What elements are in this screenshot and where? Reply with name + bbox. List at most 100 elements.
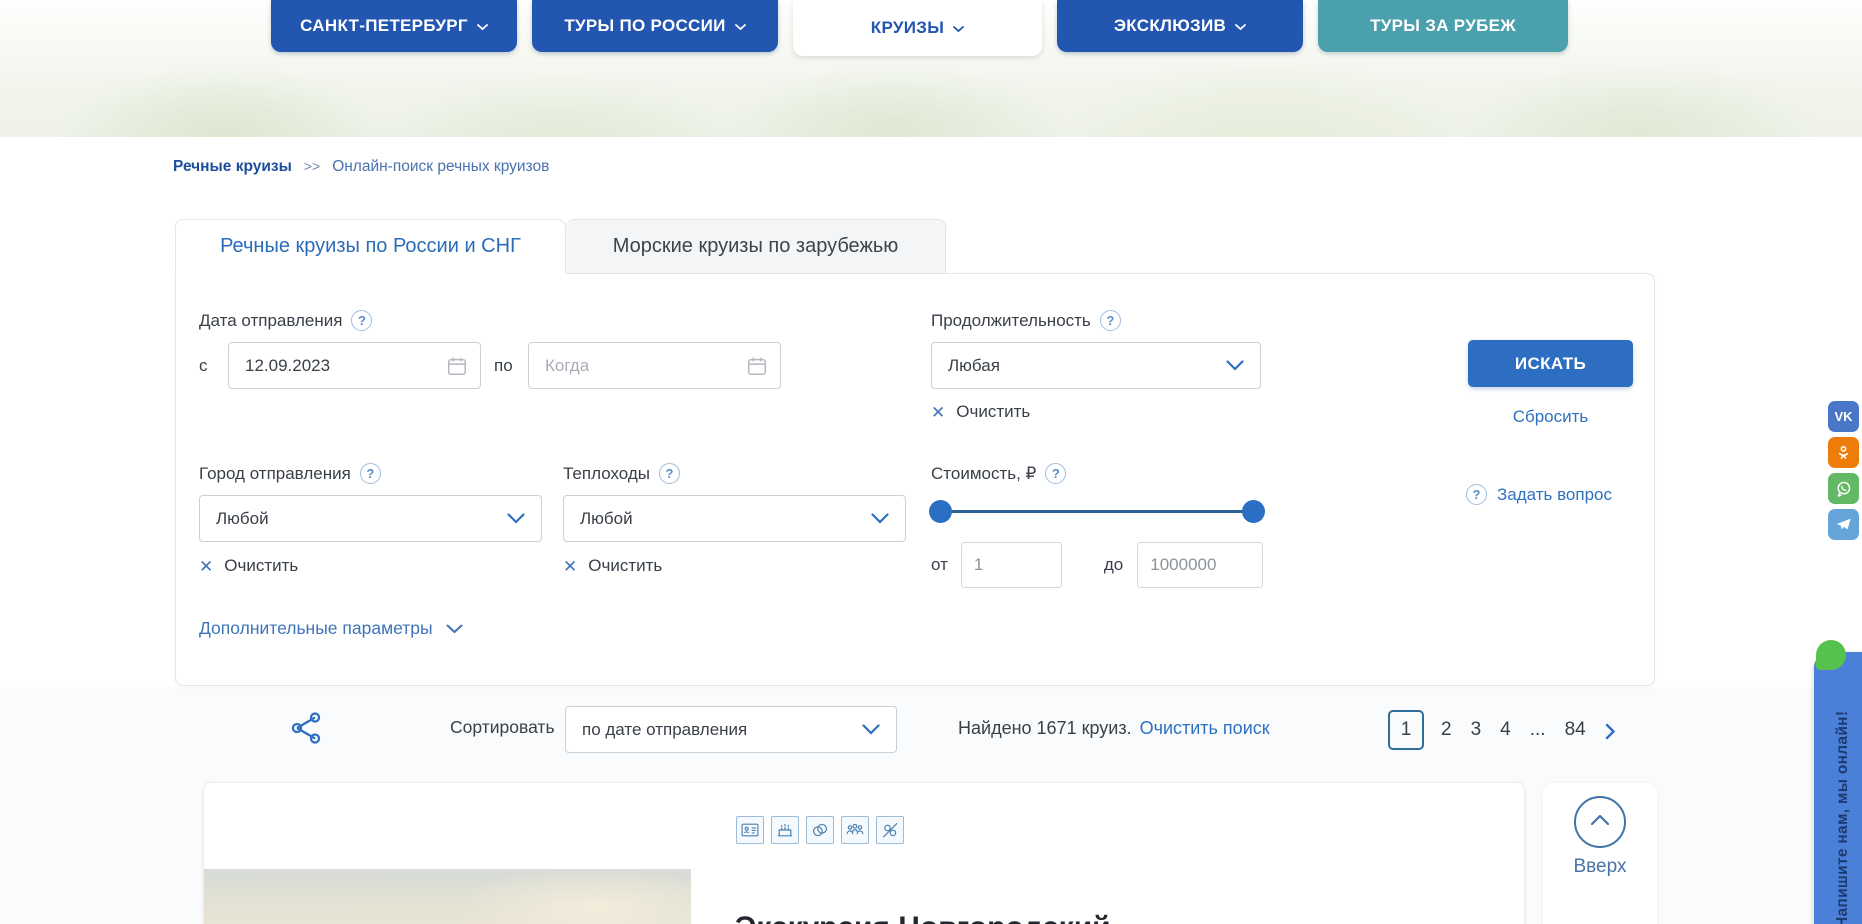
page-2[interactable]: 2	[1441, 719, 1452, 741]
help-icon[interactable]: ?	[659, 463, 680, 484]
nav-label: КРУИЗЫ	[871, 18, 944, 38]
nav-item-tury-po-rossii[interactable]: ТУРЫ ПО РОССИИ	[532, 0, 778, 52]
cruise-result-card[interactable]: Экскурсия Новгородский	[203, 782, 1525, 924]
nav-item-sankt-peterburg[interactable]: САНКТ-ПЕТЕРБУРГ	[271, 0, 517, 52]
price-inputs-row: от до	[931, 542, 1263, 588]
date-from-label: с	[199, 356, 208, 376]
price-from-input[interactable]	[961, 542, 1062, 588]
slider-handle-min[interactable]	[929, 500, 952, 523]
search-button[interactable]: ИСКАТЬ	[1468, 340, 1633, 387]
breadcrumb-separator: >>	[304, 158, 320, 174]
id-card-icon[interactable]	[736, 816, 764, 844]
tab-sea-cruises[interactable]: Морские круизы по зарубежью	[566, 219, 946, 274]
sort-select[interactable]: по дате отправления	[565, 706, 897, 753]
ships-label: Теплоходы ?	[563, 463, 680, 484]
nav-item-tury-za-rubezh[interactable]: ТУРЫ ЗА РУБЕЖ	[1318, 0, 1568, 52]
back-to-top-label[interactable]: Вверх	[1543, 856, 1657, 878]
sort-label: Сортировать	[450, 717, 555, 738]
pagination: 1 2 3 4 ... 84	[1388, 710, 1616, 750]
page-last[interactable]: 84	[1565, 719, 1586, 741]
odnoklassniki-icon[interactable]	[1828, 437, 1859, 468]
price-range-slider	[931, 500, 1263, 524]
chevron-down-icon	[862, 720, 880, 740]
found-text: Найдено 1671 круиз.	[958, 718, 1132, 739]
page: САНКТ-ПЕТЕРБУРГ ТУРЫ ПО РОССИИ КРУИЗЫ ЭК…	[0, 0, 1862, 924]
cruise-photo	[204, 869, 691, 924]
departure-city-select[interactable]: Любой	[199, 495, 542, 542]
chat-widget-label: Напишите нам, мы онлайн!	[1814, 666, 1862, 924]
breadcrumb: Речные круизы >> Онлайн-поиск речных кру…	[173, 158, 549, 176]
nav-item-exclusiv[interactable]: ЭКСКЛЮЗИВ	[1057, 0, 1303, 52]
ask-question-link[interactable]: ? Задать вопрос	[1466, 484, 1612, 505]
help-icon[interactable]: ?	[360, 463, 381, 484]
breadcrumb-link-river-cruises[interactable]: Речные круизы	[173, 158, 292, 176]
back-to-top-button[interactable]	[1574, 796, 1626, 848]
chevron-down-icon	[1226, 356, 1244, 376]
chat-widget[interactable]: Напишите нам, мы онлайн!	[1814, 652, 1862, 924]
clear-city-link[interactable]: ✕ Очистить	[199, 556, 298, 576]
nav-label: ТУРЫ ПО РОССИИ	[564, 16, 725, 36]
chevron-up-icon	[1590, 813, 1610, 831]
slider-track	[937, 510, 1257, 513]
share-icon[interactable]	[288, 710, 324, 746]
price-label: Стоимость, ₽ ?	[931, 463, 1066, 484]
help-icon: ?	[1466, 484, 1487, 505]
main-navigation: САНКТ-ПЕТЕРБУРГ ТУРЫ ПО РОССИИ КРУИЗЫ ЭК…	[271, 0, 1568, 56]
page-ellipsis: ...	[1530, 719, 1546, 741]
search-filter-panel: Дата отправления ? с по Продолжительност…	[175, 273, 1655, 686]
clear-search-link[interactable]: Очистить поиск	[1140, 718, 1270, 739]
date-to-input[interactable]	[528, 342, 781, 389]
vk-icon[interactable]: VK	[1828, 401, 1859, 432]
price-to-label: до	[1104, 555, 1123, 575]
tab-river-cruises[interactable]: Речные круизы по России и СНГ	[175, 219, 566, 274]
back-to-top-panel: Вверх	[1543, 783, 1657, 924]
chevron-down-icon	[477, 24, 488, 31]
duration-label: Продолжительность ?	[931, 310, 1121, 331]
slider-handle-max[interactable]	[1242, 500, 1265, 523]
group-icon[interactable]	[841, 816, 869, 844]
telegram-icon[interactable]	[1828, 509, 1859, 540]
cruise-title-partial[interactable]: Экскурсия Новгородский	[735, 911, 1495, 924]
nav-label: ЭКСКЛЮЗИВ	[1114, 16, 1226, 36]
nav-item-kruizy-active[interactable]: КРУИЗЫ	[793, 0, 1042, 56]
chevron-down-icon	[446, 618, 463, 639]
date-to-label: по	[494, 356, 513, 376]
chevron-down-icon	[1235, 24, 1246, 31]
next-page-icon[interactable]	[1605, 723, 1616, 740]
price-from-label: от	[931, 555, 948, 575]
clear-x-icon: ✕	[199, 558, 213, 575]
departure-city-label: Город отправления ?	[199, 463, 381, 484]
chevron-down-icon	[735, 24, 746, 31]
ships-select[interactable]: Любой	[563, 495, 906, 542]
wedding-rings-icon[interactable]	[806, 816, 834, 844]
results-count: Найдено 1671 круиз. Очистить поиск	[958, 718, 1270, 739]
more-params-link[interactable]: Дополнительные параметры	[199, 618, 463, 639]
cruise-feature-icons	[736, 816, 904, 844]
chevron-down-icon	[871, 509, 889, 529]
whatsapp-icon[interactable]	[1828, 473, 1859, 504]
departure-date-label: Дата отправления ?	[199, 310, 372, 331]
reset-link[interactable]: Сбросить	[1468, 407, 1633, 427]
page-1-active[interactable]: 1	[1388, 710, 1424, 750]
breadcrumb-current: Онлайн-поиск речных круизов	[332, 158, 549, 176]
nav-label: ТУРЫ ЗА РУБЕЖ	[1370, 16, 1516, 36]
nav-label: САНКТ-ПЕТЕРБУРГ	[300, 16, 468, 36]
clear-x-icon: ✕	[931, 404, 945, 421]
birthday-cake-icon[interactable]	[771, 816, 799, 844]
results-toolbar: Сортировать по дате отправления Найдено …	[0, 700, 1862, 760]
help-icon[interactable]: ?	[351, 310, 372, 331]
page-4[interactable]: 4	[1500, 719, 1511, 741]
page-3[interactable]: 3	[1471, 719, 1482, 741]
chevron-down-icon	[953, 26, 964, 33]
duration-select[interactable]: Любая	[931, 342, 1261, 389]
help-icon[interactable]: ?	[1100, 310, 1121, 331]
clear-ships-link[interactable]: ✕ Очистить	[563, 556, 662, 576]
chevron-down-icon	[507, 509, 525, 529]
price-to-input[interactable]	[1137, 542, 1263, 588]
no-children-icon[interactable]	[876, 816, 904, 844]
date-from-input[interactable]	[228, 342, 481, 389]
social-sidebar: VK	[1828, 401, 1859, 540]
search-tabs: Речные круизы по России и СНГ Морские кр…	[175, 219, 946, 274]
help-icon[interactable]: ?	[1045, 463, 1066, 484]
clear-duration-link[interactable]: ✕ Очистить	[931, 402, 1030, 422]
